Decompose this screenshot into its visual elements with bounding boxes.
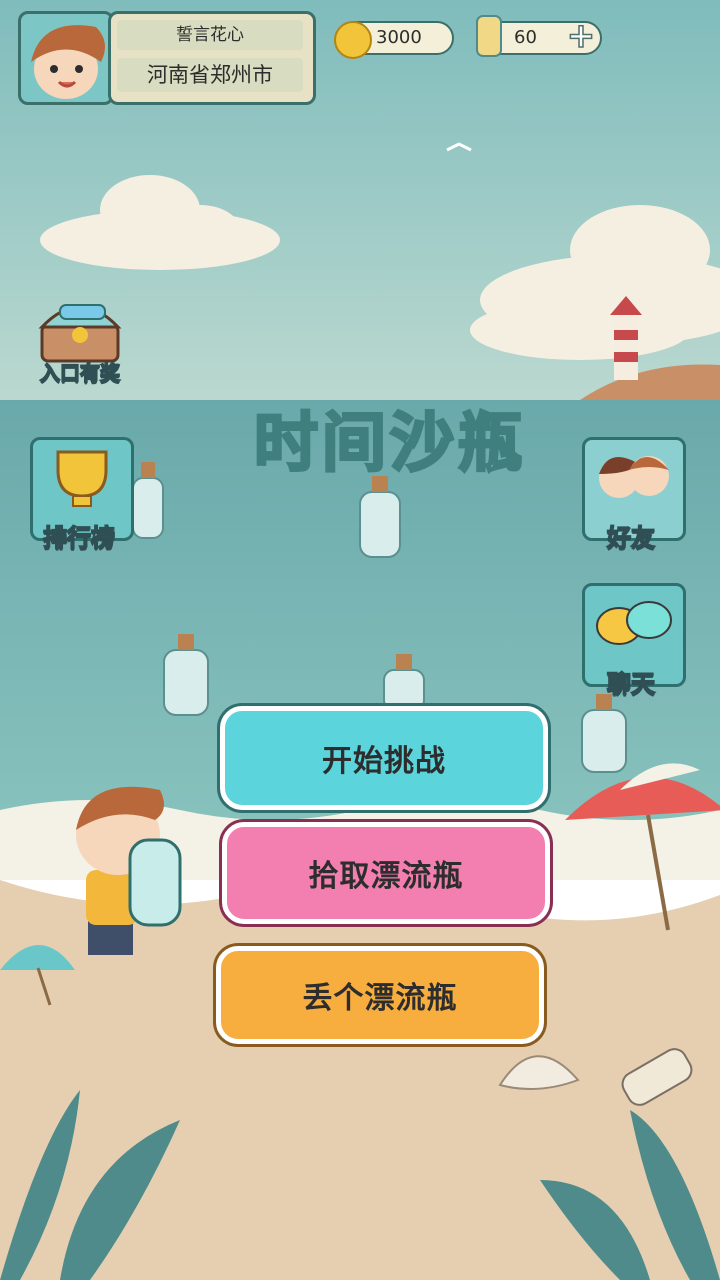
friends-icon — [599, 456, 669, 498]
friends-label: 好友 — [606, 523, 656, 553]
treasure-entry[interactable]: 入口有奖 — [30, 285, 130, 386]
bottle-value: 60 — [514, 27, 537, 48]
chat-label: 聊天 — [606, 669, 656, 699]
add-bottle-button[interactable]: + — [566, 18, 596, 54]
ranking-label: 排行榜 — [42, 523, 116, 553]
start-challenge-button[interactable]: 开始挑战 — [220, 706, 548, 810]
player-name: 誓言花心 — [117, 20, 303, 50]
trophy-icon — [56, 450, 108, 507]
avatar-icon — [31, 25, 105, 99]
chat-bubble-icon — [596, 601, 672, 645]
treasure-chest-icon — [38, 304, 122, 363]
treasure-label: 入口有奖 — [39, 360, 121, 386]
bottle-counter: 60 + — [476, 15, 602, 57]
bottle-icon — [476, 15, 502, 57]
lighthouse — [614, 315, 638, 380]
pick-bottle-button[interactable]: 拾取漂流瓶 — [222, 822, 550, 924]
avatar[interactable] — [18, 11, 114, 105]
game-title: 时间沙瓶 — [253, 406, 526, 483]
coin-value: 3000 — [376, 27, 422, 48]
throw-bottle-button[interactable]: 丢个漂流瓶 — [216, 946, 544, 1044]
coin-counter: 3000 — [334, 21, 454, 59]
player-info-panel: 誓言花心 河南省郑州市 — [108, 11, 316, 105]
player-location: 河南省郑州市 — [117, 58, 303, 92]
coin-icon — [334, 21, 372, 59]
